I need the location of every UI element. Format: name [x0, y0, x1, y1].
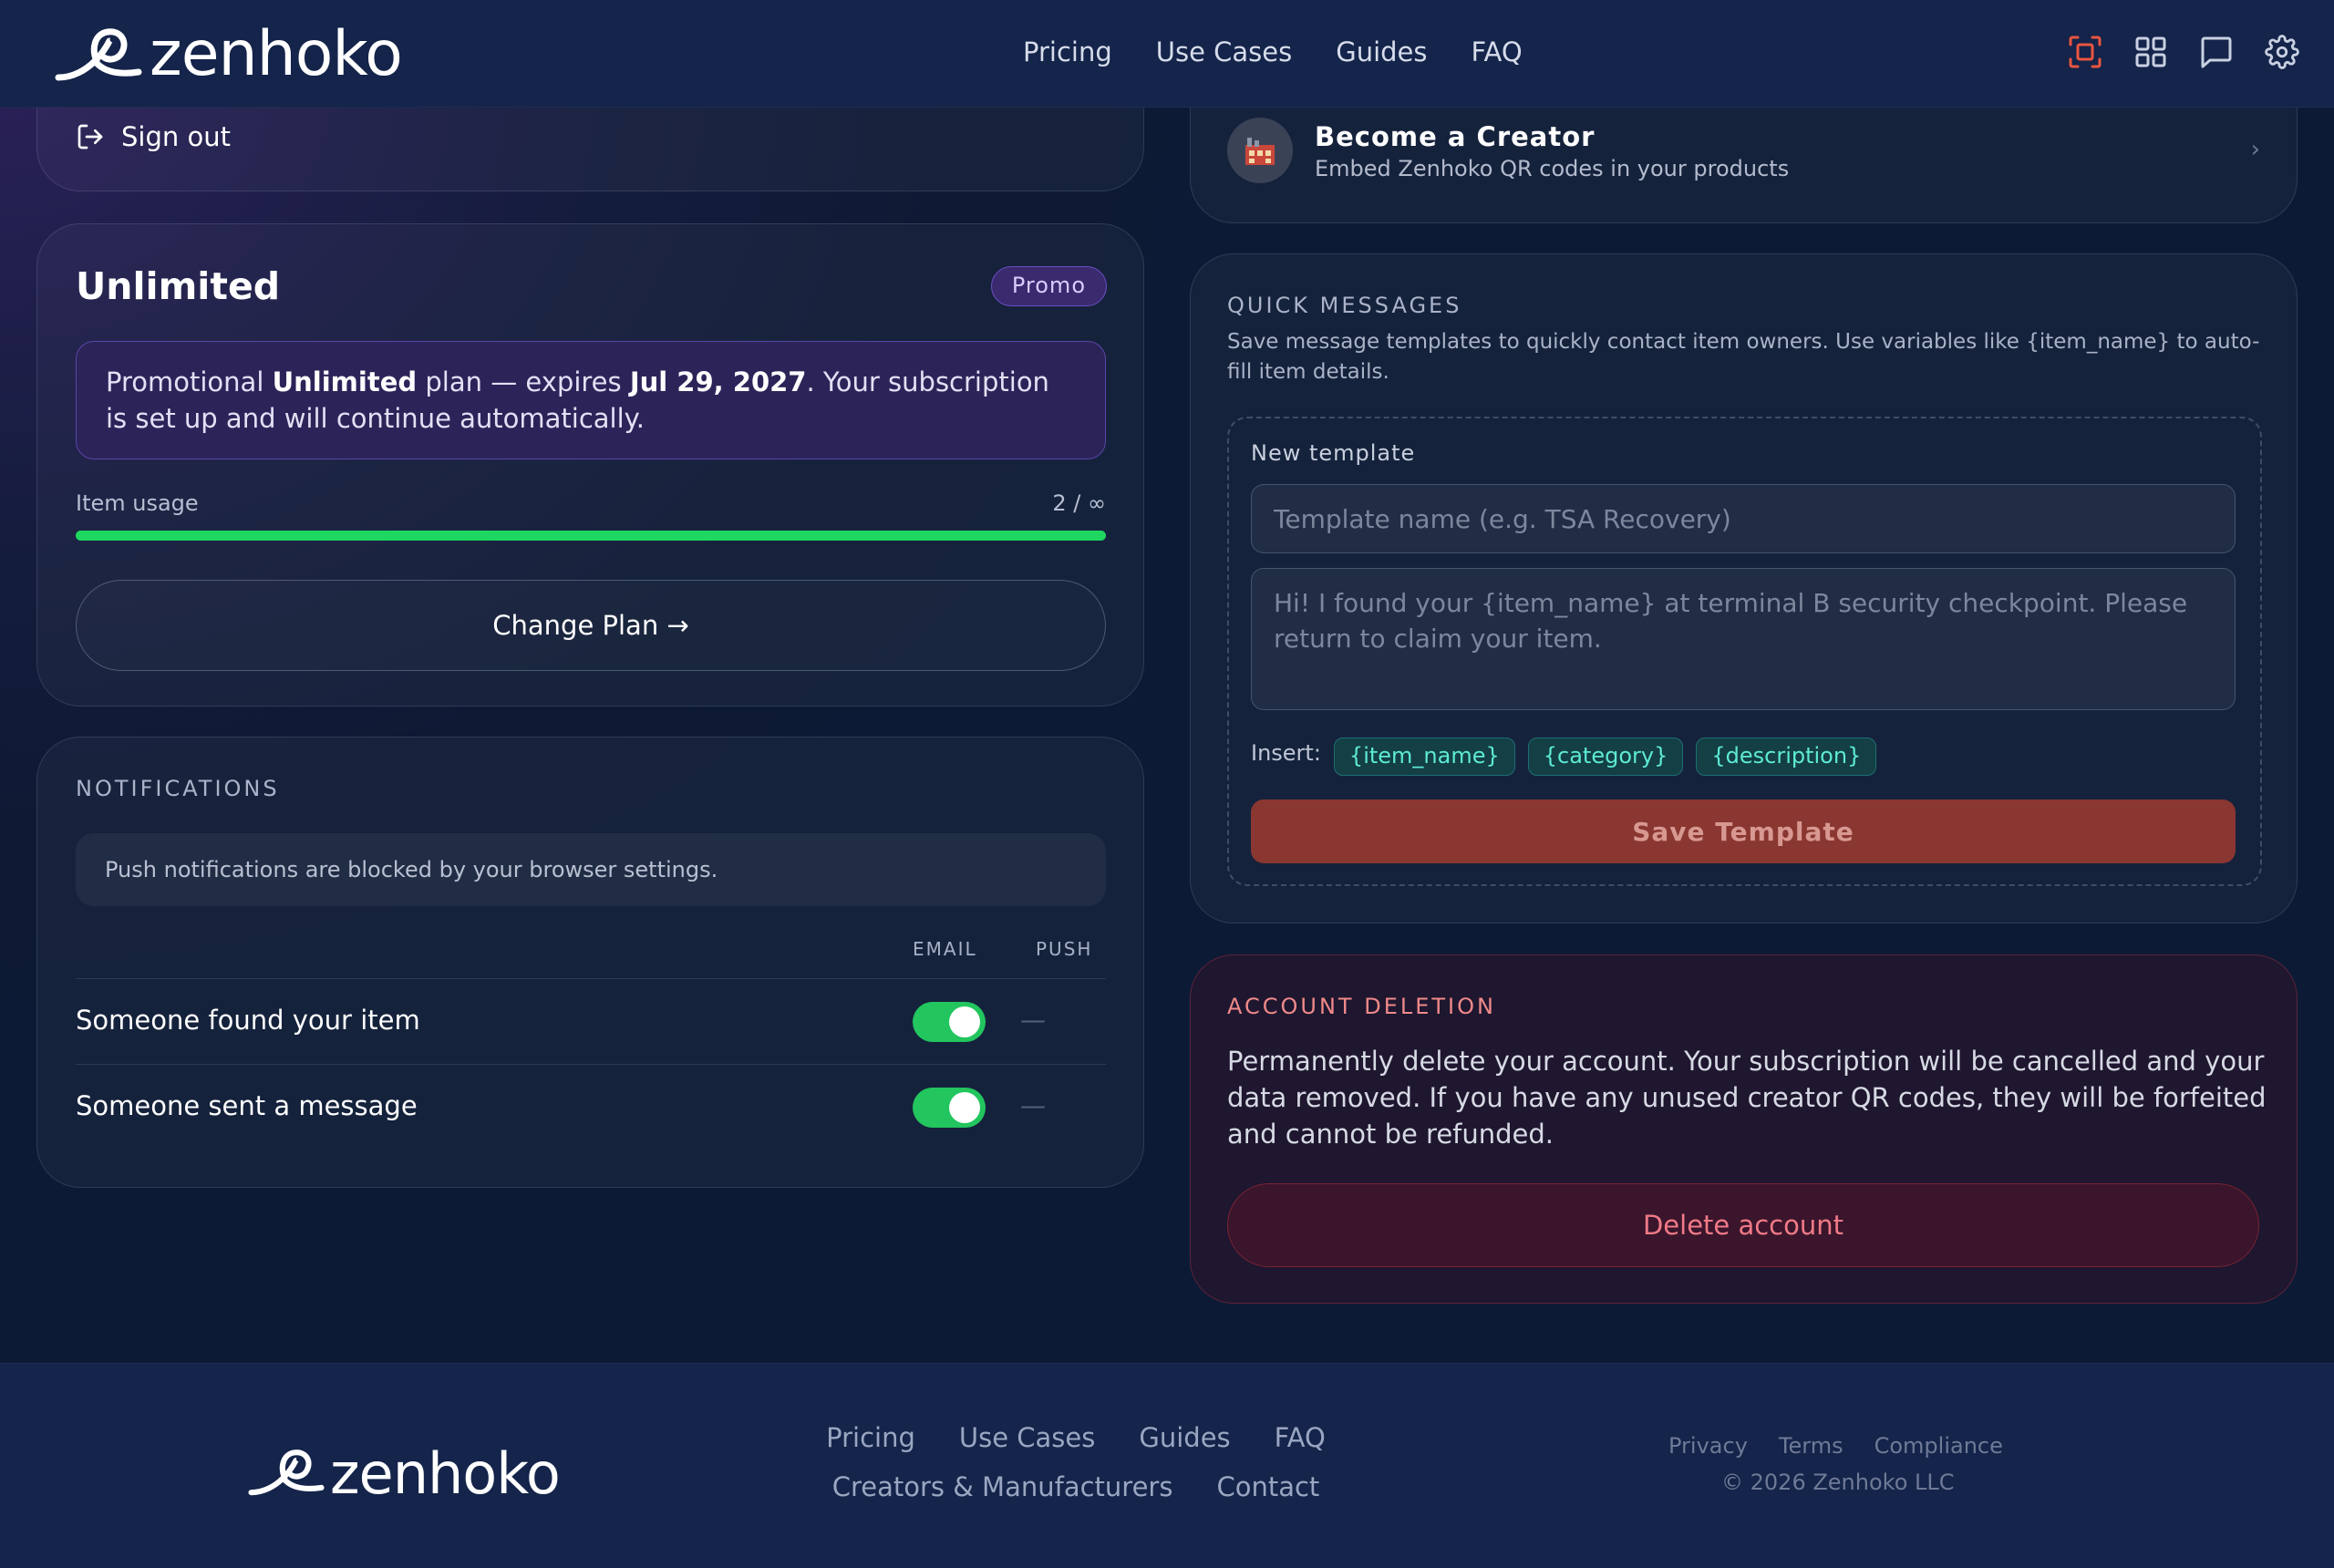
- change-plan-button[interactable]: Change Plan →: [76, 580, 1106, 671]
- nav-pricing[interactable]: Pricing: [1023, 36, 1112, 67]
- top-header: zenhoko Pricing Use Cases Guides FAQ: [0, 0, 2334, 108]
- toggle-knob: [949, 1006, 980, 1037]
- footer-link-contact[interactable]: Contact: [1216, 1471, 1319, 1502]
- footer-link-faq[interactable]: FAQ: [1275, 1422, 1326, 1453]
- plan-title: Unlimited: [76, 264, 281, 308]
- account-deletion-text: Permanently delete your account. Your su…: [1227, 1046, 2267, 1150]
- usage-value: 2 / ∞: [1052, 490, 1106, 516]
- toggle-knob: [949, 1092, 980, 1123]
- notification-label: Someone found your item: [76, 1005, 420, 1036]
- site-footer: zenhoko Pricing Use Cases Guides FAQ Cre…: [0, 1363, 2334, 1568]
- promo-plan-name: Unlimited: [272, 366, 418, 397]
- promo-notice: Promotional Unlimited plan — expires Jul…: [76, 341, 1106, 459]
- creator-title: Become a Creator: [1315, 121, 1596, 152]
- gear-icon[interactable]: [2265, 35, 2299, 69]
- footer-link-creators[interactable]: Creators & Manufacturers: [832, 1471, 1173, 1502]
- brand-name: zenhoko: [150, 18, 403, 90]
- push-unavailable: —: [1020, 1090, 1046, 1120]
- promo-badge: Promo: [990, 266, 1107, 306]
- template-name-input[interactable]: [1251, 484, 2236, 553]
- plan-card: Unlimited Promo Promotional Unlimited pl…: [36, 223, 1144, 707]
- footer-brand[interactable]: zenhoko: [248, 1440, 561, 1507]
- header-actions: [2068, 35, 2299, 69]
- footer-copyright: © 2026 Zenhoko LLC: [1721, 1470, 1955, 1495]
- usage-progress-fill: [76, 531, 1106, 541]
- notifications-card: NOTIFICATIONS Push notifications are blo…: [36, 737, 1144, 1188]
- promo-mid: plan — expires: [417, 366, 630, 397]
- email-toggle-found[interactable]: [913, 1002, 986, 1042]
- footer-nav: Pricing Use Cases Guides FAQ Creators & …: [638, 1422, 1513, 1502]
- grid-icon[interactable]: [2133, 35, 2168, 69]
- sign-out-label: Sign out: [121, 121, 231, 152]
- sign-out-button[interactable]: Sign out: [76, 121, 231, 152]
- push-blocked-notice: Push notifications are blocked by your b…: [76, 833, 1106, 906]
- sign-out-icon: [77, 124, 103, 150]
- main-nav: Pricing Use Cases Guides FAQ: [1023, 36, 1523, 67]
- notification-row-message: Someone sent a message —: [76, 1064, 1106, 1150]
- insert-label: Insert:: [1251, 740, 1321, 766]
- delete-account-button[interactable]: Delete account: [1227, 1183, 2259, 1267]
- footer-link-terms[interactable]: Terms: [1779, 1433, 1843, 1459]
- promo-expiry-date: Jul 29, 2027: [629, 366, 807, 397]
- insert-item-name-chip[interactable]: {item_name}: [1333, 738, 1515, 776]
- new-template-label: New template: [1251, 440, 1416, 466]
- brand-logo[interactable]: zenhoko: [55, 18, 403, 90]
- email-toggle-message[interactable]: [913, 1088, 986, 1128]
- insert-category-chip[interactable]: {category}: [1527, 738, 1684, 776]
- usage-label: Item usage: [76, 490, 199, 516]
- usage-progress-bar: [76, 531, 1106, 541]
- quick-messages-card: QUICK MESSAGES Save message templates to…: [1190, 253, 2298, 923]
- footer-link-privacy[interactable]: Privacy: [1668, 1433, 1748, 1459]
- account-deletion-heading: ACCOUNT DELETION: [1227, 994, 1496, 1019]
- insert-variables: Insert: {item_name} {category} {descript…: [1251, 738, 1877, 776]
- footer-link-use-cases[interactable]: Use Cases: [959, 1422, 1095, 1453]
- chat-icon[interactable]: [2199, 35, 2234, 69]
- footer-brand-name: zenhoko: [330, 1440, 561, 1507]
- account-deletion-card: ACCOUNT DELETION Permanently delete your…: [1190, 954, 2298, 1304]
- zenhoko-logo-icon: [55, 27, 142, 80]
- factory-icon: [1227, 118, 1293, 183]
- notification-label: Someone sent a message: [76, 1090, 418, 1121]
- notification-row-found: Someone found your item —: [76, 978, 1106, 1064]
- promo-prefix: Promotional: [106, 366, 273, 397]
- quick-messages-heading: QUICK MESSAGES: [1227, 293, 1462, 318]
- chevron-right-icon: ›: [2250, 136, 2260, 163]
- nav-guides[interactable]: Guides: [1336, 36, 1427, 67]
- push-column-header: PUSH: [1036, 938, 1093, 960]
- zenhoko-logo-icon: [248, 1449, 325, 1495]
- email-column-header: EMAIL: [913, 938, 977, 960]
- footer-link-guides[interactable]: Guides: [1139, 1422, 1230, 1453]
- creator-subtitle: Embed Zenhoko QR codes in your products: [1315, 156, 1790, 181]
- usage-row: Item usage 2 / ∞: [76, 490, 1106, 516]
- template-body-input[interactable]: [1251, 568, 2236, 710]
- nav-use-cases[interactable]: Use Cases: [1156, 36, 1292, 67]
- nav-faq[interactable]: FAQ: [1472, 36, 1523, 67]
- push-unavailable: —: [1020, 1005, 1046, 1035]
- new-template-form: New template Insert: {item_name} {catego…: [1227, 417, 2262, 886]
- save-template-button[interactable]: Save Template: [1251, 799, 2236, 863]
- footer-link-pricing[interactable]: Pricing: [826, 1422, 915, 1453]
- footer-link-compliance[interactable]: Compliance: [1874, 1433, 2003, 1459]
- scan-icon[interactable]: [2068, 35, 2102, 69]
- insert-description-chip[interactable]: {description}: [1696, 738, 1877, 776]
- notifications-heading: NOTIFICATIONS: [76, 776, 280, 801]
- footer-legal: Privacy Terms Compliance: [1668, 1433, 2003, 1459]
- quick-messages-description: Save message templates to quickly contac…: [1227, 330, 2260, 384]
